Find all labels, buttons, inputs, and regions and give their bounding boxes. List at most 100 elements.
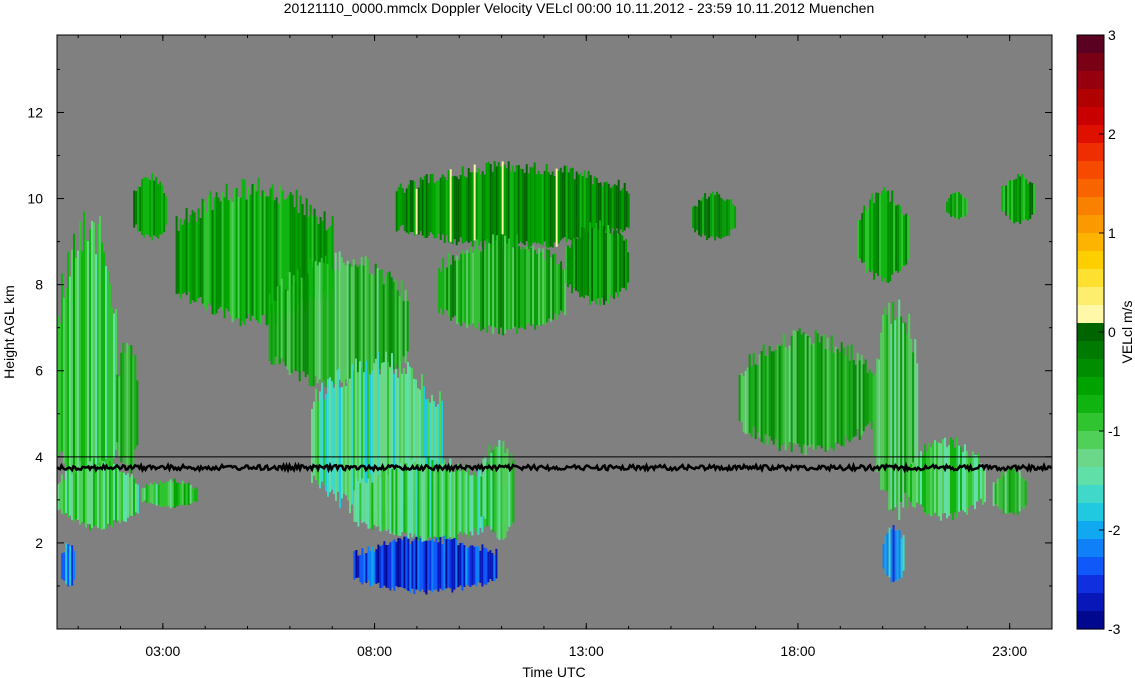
echo-strip	[405, 463, 408, 533]
echo-strip	[615, 230, 618, 293]
echo-strip	[435, 461, 438, 543]
echo-strip	[607, 225, 610, 304]
echo-strip	[197, 208, 200, 299]
echo-strip	[496, 446, 499, 539]
echo-strip	[871, 193, 874, 271]
echo-strip	[75, 472, 77, 520]
echo-strip	[728, 199, 731, 236]
echo-strip	[627, 193, 630, 229]
echo-strip	[521, 169, 524, 244]
echo-strip	[337, 369, 339, 492]
echo-strip	[443, 176, 446, 243]
echo-strip	[457, 545, 460, 588]
echo-strip	[143, 487, 146, 501]
echo-strip	[474, 248, 477, 328]
echo-strip	[856, 352, 859, 429]
echo-strip	[1010, 466, 1013, 513]
echo-strip	[1022, 478, 1025, 510]
echo-strip	[429, 174, 432, 233]
echo-strip	[585, 178, 588, 237]
echo-strip	[308, 258, 311, 387]
echo-strip	[377, 475, 380, 527]
echo-strip	[790, 335, 793, 452]
colorbar-swatch	[1077, 251, 1104, 270]
echo-strip	[1031, 183, 1034, 215]
echo-strip	[512, 247, 515, 329]
echo-strip	[477, 546, 480, 583]
echo-strip	[357, 481, 360, 527]
echo-strip	[380, 269, 383, 375]
echo-strip	[894, 320, 897, 508]
echo-strip	[438, 267, 441, 314]
echo-strip	[1013, 179, 1016, 224]
echo-strip	[417, 540, 420, 591]
echo-strip	[486, 239, 489, 333]
echo-strip	[401, 471, 404, 533]
echo-strip	[485, 548, 488, 585]
echo-strip	[383, 469, 386, 530]
echo-strip	[980, 463, 982, 499]
colorbar-tick-label: -3	[1108, 621, 1121, 637]
echo-strip	[441, 544, 444, 591]
echo-strip	[397, 471, 400, 536]
echo-strip	[472, 252, 475, 324]
colorbar-swatch	[1077, 287, 1104, 306]
echo-strip	[567, 172, 570, 239]
echo-strip	[546, 248, 549, 323]
echo-strip	[133, 190, 136, 228]
echo-strip	[171, 482, 174, 507]
echo-strip	[243, 179, 246, 325]
echo-strip	[370, 273, 373, 382]
echo-strip	[537, 170, 540, 243]
echo-strip	[433, 183, 436, 239]
echo-strip	[529, 167, 532, 247]
echo-strip	[500, 234, 503, 328]
echo-strip	[425, 540, 428, 595]
echo-strip	[413, 539, 416, 595]
echo-strip	[1020, 476, 1023, 508]
echo-strip	[1023, 177, 1026, 221]
echo-strip	[183, 219, 186, 293]
echo-strip	[966, 450, 968, 515]
echo-strip	[508, 238, 511, 330]
echo-strip	[421, 541, 424, 590]
echo-strip	[778, 346, 781, 452]
echo-strip	[560, 261, 563, 311]
echo-strip	[263, 192, 266, 315]
echo-strip	[404, 289, 407, 364]
echo-strip	[113, 464, 115, 521]
echo-strip	[886, 533, 889, 576]
echo-strip	[71, 474, 73, 520]
echo-strip	[185, 483, 188, 506]
echo-strip	[189, 215, 192, 304]
echo-strip	[469, 475, 472, 532]
echo-strip	[449, 539, 452, 589]
echo-strip	[475, 172, 478, 240]
echo-strip	[113, 313, 115, 459]
echo-strip	[249, 194, 252, 321]
echo-strip	[477, 168, 480, 246]
echo-strip	[409, 462, 412, 534]
echo-strip	[415, 468, 418, 540]
echo-strip	[276, 286, 279, 365]
echo-strip	[493, 555, 496, 582]
echo-strip	[439, 177, 442, 240]
echo-strip	[525, 164, 528, 242]
echo-strip	[165, 481, 168, 507]
colorbar-swatch	[1077, 143, 1104, 162]
echo-strip	[111, 307, 113, 479]
echo-strip	[399, 538, 402, 587]
echo-strip	[147, 178, 150, 235]
echo-strip	[621, 235, 624, 288]
echo-strip	[292, 275, 295, 370]
echo-strip	[720, 197, 723, 239]
echo-strip	[237, 196, 240, 319]
echo-strip	[726, 199, 729, 236]
echo-strip	[398, 296, 401, 368]
echo-strip	[449, 169, 452, 242]
echo-strip	[359, 554, 362, 583]
echo-strip	[948, 198, 951, 214]
colorbar-swatch	[1077, 215, 1104, 234]
echo-strip	[619, 233, 622, 292]
echo-strip	[463, 465, 466, 533]
